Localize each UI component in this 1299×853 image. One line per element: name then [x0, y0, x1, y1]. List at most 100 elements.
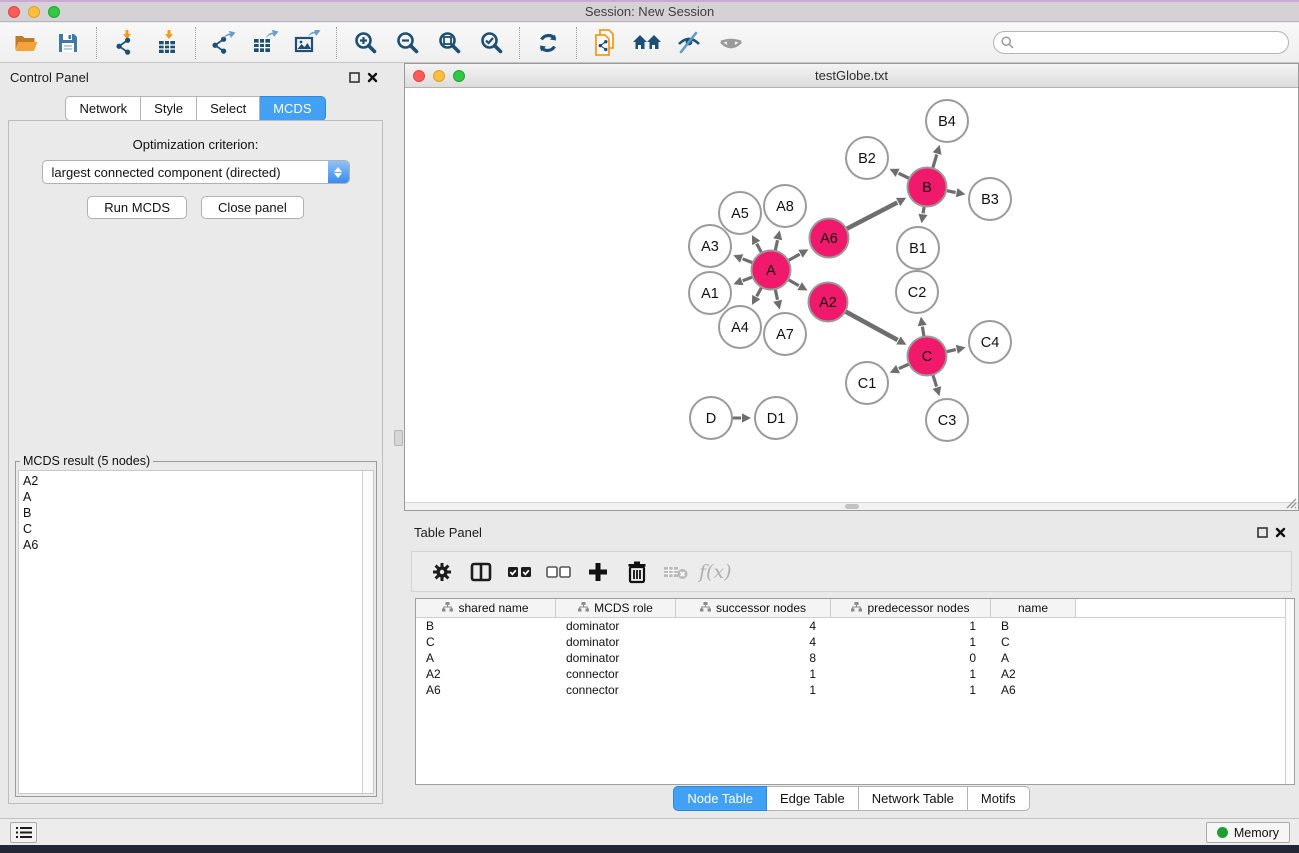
network-canvas[interactable]: B4B2BB3A5A8A6A3B1AA1C2A2A4A7C4CC1C3DD1 [405, 88, 1298, 503]
edge-A-A4[interactable] [757, 287, 762, 296]
column-header-predecessor-nodes[interactable]: predecessor nodes [831, 599, 991, 618]
graph-node-A7[interactable]: A7 [764, 313, 806, 355]
network-minimize-button[interactable] [433, 70, 445, 82]
network-zoom-button[interactable] [453, 70, 465, 82]
edge-C-C2[interactable] [922, 327, 924, 337]
edge-A2-C[interactable] [845, 311, 898, 340]
graph-node-C1[interactable]: C1 [846, 362, 888, 404]
graph-node-C2[interactable]: C2 [896, 271, 938, 313]
edge-C-C3[interactable] [933, 375, 937, 387]
edge-A-A3[interactable] [743, 259, 753, 263]
graph-node-B[interactable]: B [908, 168, 947, 207]
edge-A-A6[interactable] [788, 254, 800, 260]
zoom-window-button[interactable] [48, 6, 60, 18]
export-table-button[interactable] [248, 26, 284, 60]
close-panel-button[interactable]: Close panel [201, 196, 304, 219]
settings-gear-button[interactable] [424, 555, 459, 589]
task-history-button[interactable] [10, 822, 37, 843]
graph-node-D1[interactable]: D1 [755, 397, 797, 439]
table-vscrollbar[interactable] [1285, 599, 1294, 784]
mcds-result-item[interactable]: A [23, 489, 358, 505]
column-header-MCDS-role[interactable]: MCDS role [556, 599, 676, 618]
edge-A-A5[interactable] [757, 244, 762, 253]
network-window-titlebar[interactable]: testGlobe.txt [405, 64, 1298, 88]
edge-A-A1[interactable] [743, 277, 753, 281]
edge-A-A2[interactable] [788, 280, 799, 286]
tab-style[interactable]: Style [141, 96, 197, 121]
graph-node-B1[interactable]: B1 [897, 227, 939, 269]
float-panel-icon[interactable] [345, 68, 363, 86]
import-table-button[interactable] [149, 26, 185, 60]
network-hscrollbar[interactable] [405, 502, 1298, 510]
tab-network[interactable]: Network [65, 96, 141, 121]
graph-node-D[interactable]: D [690, 397, 732, 439]
graph-node-A3[interactable]: A3 [689, 225, 731, 267]
deselect-all-checkboxes-button[interactable] [541, 555, 576, 589]
mcds-result-item[interactable]: B [23, 505, 358, 521]
column-header-successor-nodes[interactable]: successor nodes [676, 599, 831, 618]
save-session-button[interactable] [50, 26, 86, 60]
table-row[interactable]: Adominator80A [416, 650, 1285, 666]
search-input[interactable] [993, 31, 1289, 54]
close-window-button[interactable] [8, 6, 20, 18]
tab-select[interactable]: Select [197, 96, 260, 121]
first-neighbors-button[interactable] [629, 26, 665, 60]
edge-A-A7[interactable] [775, 289, 777, 300]
graph-node-B2[interactable]: B2 [846, 137, 888, 179]
delete-column-button[interactable] [619, 555, 654, 589]
table-row[interactable]: A2connector11A2 [416, 666, 1285, 682]
edge-B-B2[interactable] [899, 173, 910, 178]
mcds-list-scrollbar[interactable] [362, 471, 373, 793]
edge-B-B3[interactable] [946, 191, 955, 193]
import-network-button[interactable] [107, 26, 143, 60]
graph-node-A2[interactable]: A2 [809, 283, 848, 322]
graph-node-B4[interactable]: B4 [926, 100, 968, 142]
refresh-layout-button[interactable] [530, 26, 566, 60]
tab-edge-table[interactable]: Edge Table [767, 786, 859, 811]
graph-node-A5[interactable]: A5 [719, 192, 761, 234]
export-network-button[interactable] [206, 26, 242, 60]
edge-B-B1[interactable] [923, 206, 924, 213]
close-panel-icon[interactable] [363, 68, 381, 86]
zoom-out-button[interactable] [389, 26, 425, 60]
minimize-window-button[interactable] [28, 6, 40, 18]
window-resize-grip[interactable] [1284, 496, 1297, 509]
run-mcds-button[interactable]: Run MCDS [87, 196, 187, 219]
column-header-name[interactable]: name [991, 599, 1076, 618]
tab-node-table[interactable]: Node Table [673, 786, 767, 811]
column-header-shared-name[interactable]: shared name [416, 599, 556, 618]
graph-node-A1[interactable]: A1 [689, 272, 731, 314]
memory-button[interactable]: Memory [1206, 822, 1290, 843]
graph-node-A4[interactable]: A4 [719, 306, 761, 348]
table-row[interactable]: Bdominator41B [416, 618, 1285, 634]
show-all-button[interactable] [713, 26, 749, 60]
zoom-in-button[interactable] [347, 26, 383, 60]
graph-node-C4[interactable]: C4 [969, 321, 1011, 363]
graph-node-C[interactable]: C [908, 337, 947, 376]
zoom-selected-button[interactable] [473, 26, 509, 60]
graph-node-A6[interactable]: A6 [810, 219, 849, 258]
select-all-checkboxes-button[interactable] [502, 555, 537, 589]
graph-node-A8[interactable]: A8 [764, 185, 806, 227]
network-hscrollbar-thumb[interactable] [845, 504, 859, 509]
edge-A6-B[interactable] [846, 203, 897, 230]
panel-splitter-handle[interactable] [394, 430, 403, 446]
zoom-fit-button[interactable] [431, 26, 467, 60]
tab-motifs[interactable]: Motifs [968, 786, 1030, 811]
table-row[interactable]: Cdominator41C [416, 634, 1285, 650]
add-column-button[interactable] [580, 555, 615, 589]
edge-B-B4[interactable] [933, 155, 937, 169]
edge-C-C4[interactable] [946, 350, 956, 352]
column-selector-button[interactable] [463, 555, 498, 589]
clone-network-button[interactable] [587, 26, 623, 60]
edge-C-C1[interactable] [899, 364, 909, 369]
edge-A-A8[interactable] [775, 240, 777, 251]
tab-network-table[interactable]: Network Table [859, 786, 968, 811]
network-close-button[interactable] [413, 70, 425, 82]
graph-node-B3[interactable]: B3 [969, 178, 1011, 220]
float-table-panel-icon[interactable] [1253, 523, 1271, 541]
mcds-result-item[interactable]: A2 [23, 473, 358, 489]
criterion-select[interactable]: largest connected component (directed) [42, 160, 350, 184]
open-file-button[interactable] [8, 26, 44, 60]
mcds-result-item[interactable]: A6 [23, 537, 358, 553]
